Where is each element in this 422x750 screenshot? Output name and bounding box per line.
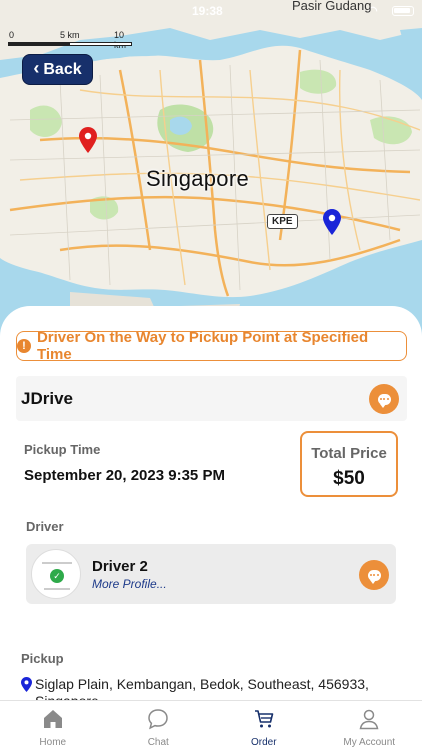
back-button[interactable]: ‹ Back (22, 54, 93, 85)
tab-chat[interactable]: Chat (106, 701, 212, 750)
driver-avatar: ✓ (31, 549, 81, 599)
check-icon: ✓ (50, 569, 64, 583)
driver-name: Driver 2 (92, 558, 148, 575)
tab-home[interactable]: Home (0, 701, 106, 750)
tab-my-account-label: My Account (343, 737, 396, 748)
company-name: JDrive (21, 389, 73, 408)
pickup-address: Siglap Plain, Kembangan, Bedok, Southeas… (35, 676, 369, 701)
total-price-value: $50 (333, 468, 365, 489)
pickup-address-row: Siglap Plain, Kembangan, Bedok, Southeas… (21, 676, 401, 701)
order-detail-sheet[interactable]: ! Driver On the Way to Pickup Point at S… (0, 306, 422, 701)
scale-label-10: 10 km (114, 30, 126, 50)
tab-chat-label: Chat (147, 737, 169, 748)
cart-icon (254, 710, 274, 728)
status-time: 19:38 (192, 4, 223, 18)
pickup-time-value: September 20, 2023 9:35 PM (24, 467, 225, 484)
home-icon (43, 710, 62, 728)
company-chat-button[interactable] (369, 384, 399, 414)
user-icon (359, 709, 379, 730)
battery-icon (392, 6, 414, 16)
driver-section-label: Driver (26, 519, 64, 534)
pickup-time-label: Pickup Time (24, 442, 101, 457)
back-button-label: Back (43, 60, 82, 78)
order-status-text: Driver On the Way to Pickup Point at Spe… (36, 329, 369, 363)
pickup-label: Pickup (21, 651, 64, 666)
company-row: JDrive (16, 376, 407, 421)
order-status-banner: ! Driver On the Way to Pickup Point at S… (16, 329, 407, 363)
tab-order[interactable]: Order (211, 701, 317, 750)
chat-icon (148, 709, 169, 730)
chat-bubble-icon (377, 393, 391, 408)
map-scale: 0 5 km 10 km (6, 30, 136, 50)
dropoff-marker-icon[interactable] (323, 209, 341, 235)
expressway-badge: KPE (267, 214, 298, 229)
pickup-marker-icon[interactable] (79, 127, 97, 153)
tab-order-label: Order (250, 737, 277, 748)
driver-card[interactable]: ✓ Driver 2 More Profile... (26, 544, 396, 604)
total-price-box: Total Price $50 (300, 431, 398, 497)
map-city-label: Singapore (146, 166, 249, 191)
driver-more-profile-link[interactable]: More Profile... (92, 577, 167, 591)
bottom-tab-bar: Home Chat Order My Account (0, 700, 422, 750)
map-view[interactable]: 19:38 ◠ Pasir Gudang 0 5 km 10 km Singap… (0, 0, 422, 345)
location-pin-icon (21, 677, 32, 692)
map-place-label: Pasir Gudang (292, 0, 372, 13)
scale-label-0: 0 (9, 30, 15, 40)
chevron-left-icon: ‹ (33, 58, 40, 78)
tab-my-account[interactable]: My Account (317, 701, 422, 750)
chat-bubble-icon (367, 569, 381, 584)
total-price-label: Total Price (311, 445, 387, 462)
driver-chat-button[interactable] (359, 560, 389, 590)
tab-home-label: Home (39, 737, 67, 748)
scale-bar (8, 42, 132, 46)
alert-icon: ! (17, 339, 31, 353)
scale-label-5: 5 km (60, 30, 80, 40)
